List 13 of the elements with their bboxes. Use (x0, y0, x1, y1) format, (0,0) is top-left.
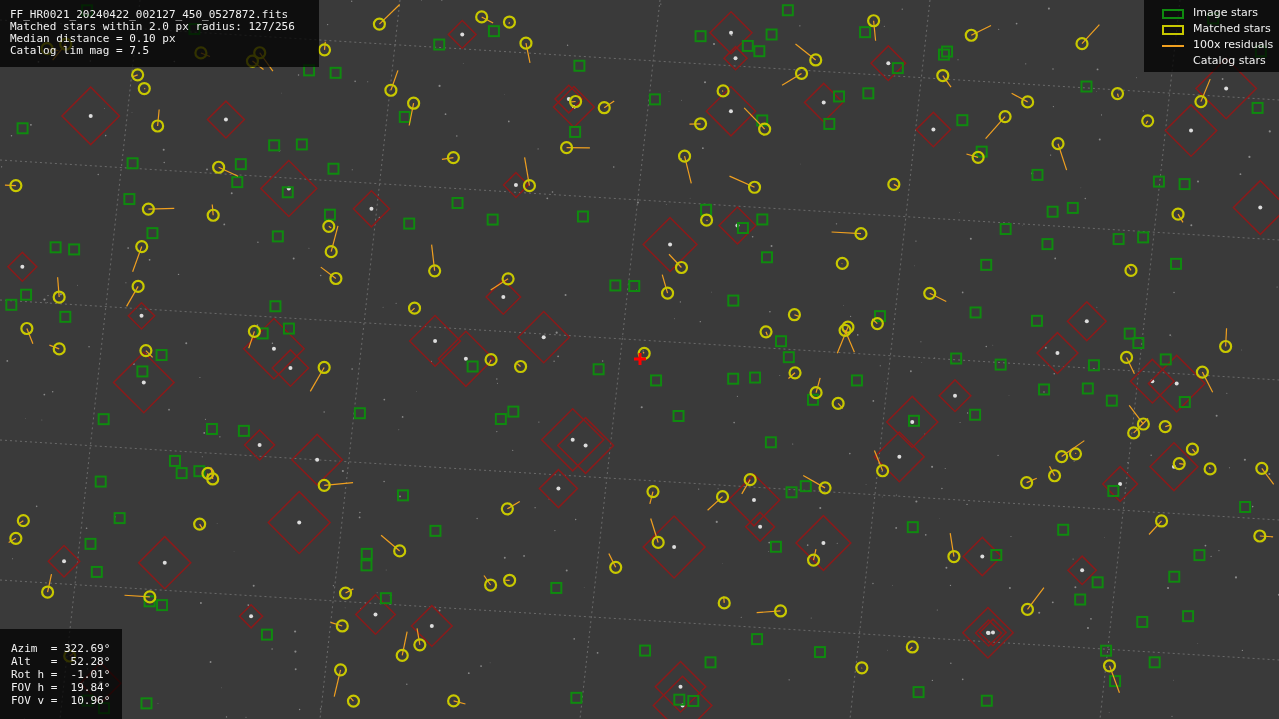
legend-label: Matched stars (1193, 21, 1271, 38)
legend-label: Image stars (1193, 5, 1258, 22)
legend-label: Catalog stars (1193, 53, 1266, 70)
pointing-text: Rot h = -1.01° (11, 668, 112, 681)
legend-label: 100x residuals (1193, 37, 1274, 54)
pointing-text: Azim = 322.69° (11, 642, 112, 655)
info-text: Median distance = 0.10 px (10, 33, 177, 45)
pointing-text: Alt = 52.28° (11, 655, 112, 668)
pointing-text: FOV h = 19.84° (11, 681, 112, 694)
info-text: Catalog lim mag = 7.5 (10, 45, 151, 57)
info-text: Matched stars within 2.0 px radius: 127/256 (10, 21, 296, 33)
info-text: FF_HR0021_20240422_002127_450_0527872.fits (10, 9, 290, 21)
pointing-text: FOV v = 10.96° (11, 694, 112, 707)
